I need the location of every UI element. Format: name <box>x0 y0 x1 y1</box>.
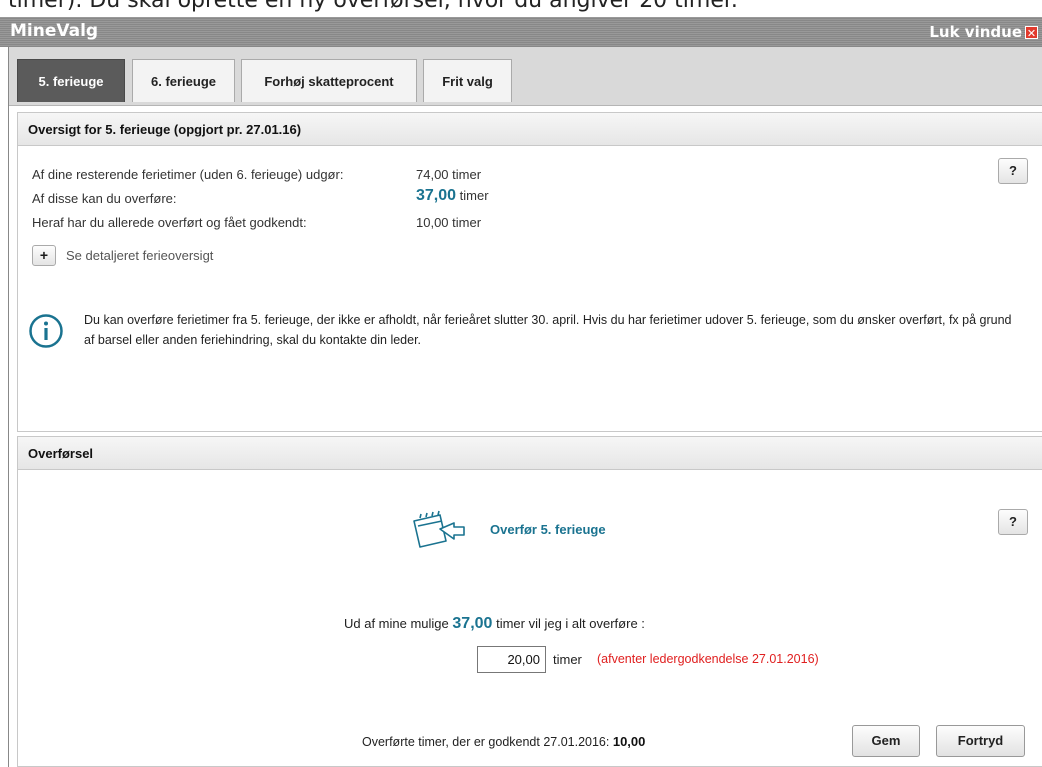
transferable-hours-number: 37,00 <box>416 187 457 204</box>
close-window-label: Luk vindue <box>929 23 1022 41</box>
overview-help-button[interactable]: ? <box>998 158 1028 184</box>
overview-header: Oversigt for 5. ferieuge (opgjort pr. 27… <box>18 113 1042 146</box>
possible-hours-suffix: timer vil jeg i alt overføre : <box>496 616 645 631</box>
background-text-strip: timer). Du skal oprette en ny overførsel… <box>0 0 1042 17</box>
remaining-hours-label: Af dine resterende ferietimer (uden 6. f… <box>32 167 344 182</box>
transferable-hours-label: Af disse kan du overføre: <box>32 191 177 206</box>
remaining-hours-value: 74,00 timer <box>416 167 482 182</box>
overview-panel: Oversigt for 5. ferieuge (opgjort pr. 27… <box>17 112 1042 432</box>
detail-overview-link[interactable]: Se detaljeret ferieoversigt <box>66 248 213 263</box>
transfer-calendar-icon <box>413 510 465 548</box>
expand-details-button[interactable]: + <box>32 245 56 266</box>
tab-frit-valg[interactable]: Frit valg <box>423 59 512 102</box>
window-title: MineValg <box>10 21 99 41</box>
save-button[interactable]: Gem <box>852 725 920 757</box>
transfer-hours-unit: timer <box>553 652 582 667</box>
window-titlebar: MineValg Luk vindue ✕ <box>0 17 1042 47</box>
cancel-button[interactable]: Fortryd <box>936 725 1025 757</box>
transfer-panel: Overførsel ? Overfør 5. ferieuge Ud af m… <box>17 436 1042 767</box>
transferable-hours-value: 37,00 timer <box>416 187 489 205</box>
tab-5-ferieuge[interactable]: 5. ferieuge <box>17 59 125 102</box>
transfer-header: Overførsel <box>18 437 1042 470</box>
already-transferred-label: Heraf har du allerede overført og fået g… <box>32 215 307 230</box>
approved-hours-line: Overførte timer, der er godkendt 27.01.2… <box>362 734 645 749</box>
possible-hours-line: Ud af mine mulige 37,00 timer vil jeg i … <box>344 615 645 633</box>
transfer-help-button[interactable]: ? <box>998 509 1028 535</box>
possible-hours-prefix: Ud af mine mulige <box>344 616 449 631</box>
possible-hours-number: 37,00 <box>452 615 493 632</box>
approved-hours-value: 10,00 <box>612 734 646 749</box>
close-window-button[interactable]: Luk vindue ✕ <box>929 23 1038 41</box>
already-transferred-value: 10,00 timer <box>416 215 482 230</box>
tab-6-ferieuge[interactable]: 6. ferieuge <box>132 59 235 102</box>
tab-bar: 5. ferieuge 6. ferieuge Forhøj skattepro… <box>9 47 1042 106</box>
transfer-hours-input[interactable] <box>477 646 546 673</box>
approved-hours-label: Overførte timer, der er godkendt 27.01.2… <box>362 735 610 749</box>
close-icon: ✕ <box>1025 25 1038 40</box>
background-instruction-text: timer). Du skal oprette en ny overførsel… <box>8 0 738 13</box>
pending-approval-status: (afventer ledergodkendelse 27.01.2016) <box>597 652 819 666</box>
info-message: Du kan overføre ferietimer fra 5. ferieu… <box>84 313 1012 347</box>
transfer-title: Overfør 5. ferieuge <box>490 522 606 537</box>
tab-forhoej-skatteprocent[interactable]: Forhøj skatteprocent <box>241 59 417 102</box>
dialog-window: 5. ferieuge 6. ferieuge Forhøj skattepro… <box>8 47 1042 767</box>
info-icon <box>29 314 63 348</box>
transferable-hours-unit: timer <box>459 188 489 203</box>
